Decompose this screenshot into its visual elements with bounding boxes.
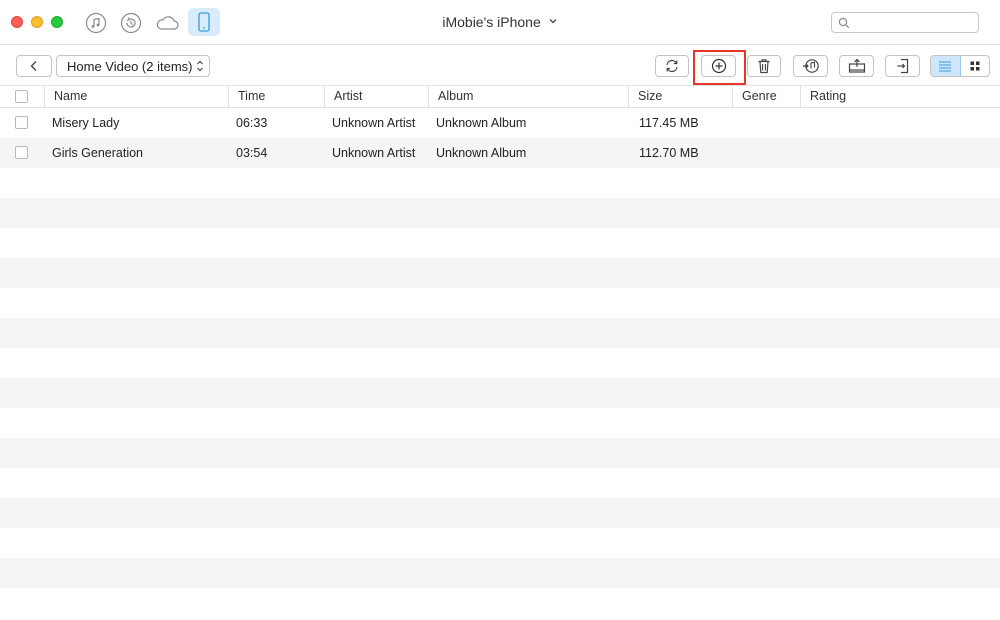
view-mode-toggle: [930, 55, 990, 77]
device-title-label: iMobie's iPhone: [442, 14, 541, 30]
back-button[interactable]: [16, 55, 52, 77]
minimize-window-button[interactable]: [31, 16, 43, 28]
select-all-checkbox[interactable]: [15, 90, 28, 103]
empty-row: [0, 408, 1000, 438]
restore-icon[interactable]: [117, 9, 145, 37]
cell-time: 06:33: [236, 116, 268, 130]
cell-album: Unknown Album: [436, 146, 527, 160]
cell-name: Misery Lady: [52, 116, 120, 130]
cell-artist: Unknown Artist: [332, 116, 416, 130]
device-title[interactable]: iMobie's iPhone: [442, 14, 557, 30]
empty-row: [0, 198, 1000, 228]
empty-row: [0, 528, 1000, 558]
list-view-icon: [939, 61, 952, 72]
delete-button[interactable]: [747, 55, 781, 77]
to-computer-icon: [848, 58, 865, 73]
music-icon[interactable]: [82, 9, 110, 37]
category-select[interactable]: Home Video (2 items): [56, 55, 210, 77]
search-box[interactable]: [831, 12, 979, 33]
row-checkbox[interactable]: [15, 116, 28, 129]
column-header-rating[interactable]: Rating: [800, 86, 1000, 107]
column-header-label: Size: [638, 89, 663, 103]
chevron-left-icon: [30, 61, 37, 71]
empty-row: [0, 288, 1000, 318]
empty-row: [0, 438, 1000, 468]
column-header-label: Album: [438, 89, 474, 103]
column-header-album[interactable]: Album: [428, 86, 629, 107]
empty-row: [0, 378, 1000, 408]
empty-row: [0, 348, 1000, 378]
empty-row: [0, 318, 1000, 348]
chevron-down-icon: [549, 19, 557, 24]
to-computer-button[interactable]: [839, 55, 874, 77]
cell-size: 117.45 MB: [639, 116, 699, 130]
list-view-button[interactable]: [931, 56, 961, 76]
to-device-icon: [897, 58, 908, 74]
column-header-label: Artist: [334, 89, 363, 103]
empty-row: [0, 228, 1000, 258]
cell-time: 03:54: [236, 146, 268, 160]
table-row[interactable]: Misery Lady 06:33 Unknown Artist Unknown…: [0, 108, 1000, 138]
to-device-button[interactable]: [885, 55, 920, 77]
cell-name: Girls Generation: [52, 146, 144, 160]
column-header-label: Genre: [742, 89, 777, 103]
refresh-button[interactable]: [655, 55, 689, 77]
empty-row: [0, 468, 1000, 498]
empty-row: [0, 258, 1000, 288]
refresh-icon: [666, 59, 678, 73]
column-header-artist[interactable]: Artist: [324, 86, 429, 107]
table-header: Name Time Artist Album Size Genre Rating: [0, 86, 1000, 108]
column-header-label: Rating: [810, 89, 847, 103]
grid-view-button[interactable]: [961, 56, 990, 76]
empty-row: [0, 498, 1000, 528]
zoom-window-button[interactable]: [51, 16, 63, 28]
title-bar: iMobie's iPhone: [0, 0, 1000, 45]
cell-album: Unknown Album: [436, 116, 527, 130]
column-header-name[interactable]: Name: [44, 86, 229, 107]
cell-size: 112.70 MB: [639, 146, 699, 160]
table-row[interactable]: Girls Generation 03:54 Unknown Artist Un…: [0, 138, 1000, 168]
category-select-label: Home Video (2 items): [67, 58, 193, 74]
to-itunes-button[interactable]: [793, 55, 828, 77]
toolbar: Home Video (2 items): [0, 46, 1000, 86]
cell-artist: Unknown Artist: [332, 146, 416, 160]
close-window-button[interactable]: [11, 16, 23, 28]
column-header-size[interactable]: Size: [628, 86, 733, 107]
column-header-time[interactable]: Time: [228, 86, 325, 107]
empty-row: [0, 168, 1000, 198]
row-checkbox[interactable]: [15, 146, 28, 159]
empty-row-stripes: [0, 168, 1000, 618]
grid-view-icon: [970, 61, 980, 71]
empty-row: [0, 558, 1000, 588]
empty-row: [0, 588, 1000, 618]
cloud-icon[interactable]: [153, 9, 181, 37]
media-table: Name Time Artist Album Size Genre Rating…: [0, 86, 1000, 618]
add-button-highlight: [693, 50, 746, 85]
column-header-label: Time: [238, 89, 266, 103]
iphone-icon[interactable]: [188, 8, 220, 36]
search-input[interactable]: [854, 14, 978, 33]
column-header-genre[interactable]: Genre: [732, 86, 801, 107]
column-header-label: Name: [54, 89, 88, 103]
search-icon: [838, 17, 850, 29]
to-itunes-icon: [802, 59, 819, 73]
updown-arrows-icon: [197, 60, 203, 72]
trash-icon: [758, 59, 770, 74]
